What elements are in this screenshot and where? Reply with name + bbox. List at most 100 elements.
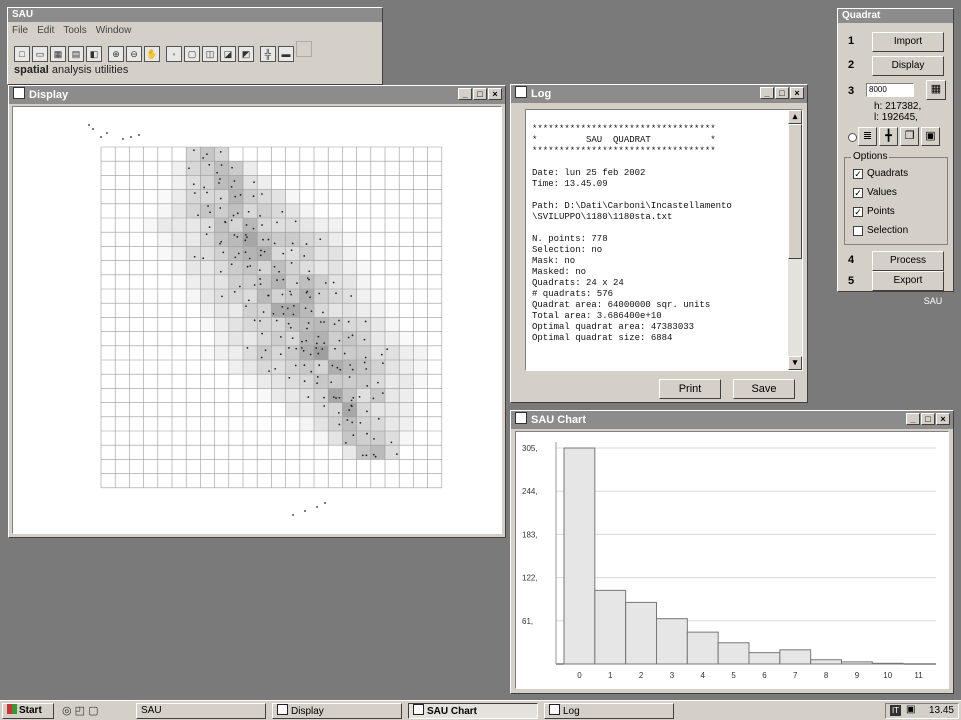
data-point <box>317 352 320 355</box>
volume-icon[interactable]: ▣ <box>906 704 915 715</box>
close-icon[interactable]: × <box>790 87 804 99</box>
task-display[interactable]: Display <box>272 703 402 719</box>
chart-icon[interactable]: ▦ <box>50 46 66 62</box>
task-sau-chart[interactable]: SAU Chart <box>408 703 538 719</box>
display-titlebar[interactable]: Display _ □ × <box>9 86 505 104</box>
export-button[interactable]: Export <box>872 271 944 291</box>
close-icon[interactable]: × <box>936 413 950 425</box>
data-point <box>303 364 306 367</box>
radio-icon[interactable] <box>848 133 857 142</box>
log-scrollbar[interactable]: ▴ ▾ <box>788 110 802 370</box>
taskbar: Start ◎ ◰ ▢ SAU Display SAU Chart Log IT… <box>0 700 961 720</box>
minimize-icon[interactable]: _ <box>906 413 920 425</box>
checkbox-points[interactable]: ✓ <box>853 206 863 217</box>
quadrat-cell <box>328 246 343 261</box>
select-clear-icon[interactable]: ◪ <box>220 46 236 62</box>
data-point <box>216 171 219 174</box>
select-poly-icon[interactable]: ◫ <box>202 46 218 62</box>
menu-file[interactable]: File <box>12 25 28 36</box>
calculator-icon[interactable]: ▦ <box>926 80 946 100</box>
maximize-icon[interactable]: □ <box>473 88 487 100</box>
outlook-icon[interactable]: ◰ <box>75 705 85 717</box>
menu-window[interactable]: Window <box>96 25 132 36</box>
table-icon[interactable]: ▤ <box>68 46 84 62</box>
mask-icon[interactable]: ◩ <box>238 46 254 62</box>
close-icon[interactable]: × <box>488 88 502 100</box>
chart-titlebar[interactable]: SAU Chart _ □ × <box>511 411 953 429</box>
quadrat-cell <box>299 246 314 261</box>
option-points[interactable]: ✓ Points <box>853 206 895 217</box>
copy-icon[interactable]: ❐ <box>900 127 919 146</box>
data-point <box>203 186 206 189</box>
task-log[interactable]: Log <box>544 703 674 719</box>
quadrat-cell <box>243 303 258 318</box>
maximize-icon[interactable]: □ <box>921 413 935 425</box>
print-button[interactable]: Print <box>659 379 721 399</box>
layer-icon[interactable]: ◧ <box>86 46 102 62</box>
minimize-icon[interactable]: _ <box>458 88 472 100</box>
grid-view-icon[interactable]: ╋ <box>879 127 898 146</box>
quadrat-cell <box>285 260 300 275</box>
checkbox-quadrats[interactable]: ✓ <box>853 168 863 179</box>
clock: 13.45 <box>928 705 954 716</box>
zoom-in-icon[interactable]: ⊕ <box>108 46 124 62</box>
open-icon[interactable]: ▭ <box>32 46 48 62</box>
select-point-icon[interactable]: ◦ <box>166 46 182 62</box>
quadrat-cell <box>228 303 243 318</box>
browser-icon[interactable]: ◎ <box>62 705 72 717</box>
data-point <box>207 205 209 207</box>
scroll-thumb[interactable] <box>788 124 802 259</box>
data-point <box>289 290 291 293</box>
select-rect-icon[interactable]: ▢ <box>184 46 200 62</box>
zoom-out-icon[interactable]: ⊖ <box>126 46 142 62</box>
save-button[interactable]: Save <box>733 379 795 399</box>
map-canvas[interactable] <box>12 106 502 534</box>
maximize-icon[interactable]: □ <box>775 87 789 99</box>
menu-tools[interactable]: Tools <box>63 25 86 36</box>
list-view-icon[interactable]: ≣ <box>858 127 877 146</box>
data-point <box>258 269 261 272</box>
option-selection-label: Selection <box>867 225 909 236</box>
quadrat-cell <box>370 416 385 431</box>
option-values[interactable]: ✓ Values <box>853 187 897 198</box>
scroll-up-icon[interactable]: ▴ <box>788 110 802 124</box>
pan-hand-icon[interactable]: ✋ <box>144 46 160 62</box>
log-textarea[interactable]: ********************************** * SAU … <box>525 109 803 371</box>
desktop-icon-sau[interactable]: SAU <box>918 296 948 306</box>
folder-icon[interactable]: ▬ <box>278 46 294 62</box>
quadrat-titlebar[interactable]: Quadrat <box>838 9 953 23</box>
save-icon[interactable]: ▣ <box>921 127 940 146</box>
data-point <box>100 136 102 138</box>
process-button[interactable]: Process <box>872 251 944 271</box>
data-point <box>316 382 318 385</box>
menu-bar: File Edit Tools Window <box>12 25 140 36</box>
quadrat-cell <box>285 388 300 403</box>
new-file-icon[interactable]: □ <box>14 46 30 62</box>
task-sau[interactable]: SAU <box>136 703 266 719</box>
quadrat-cell <box>385 416 400 431</box>
log-titlebar[interactable]: Log _ □ × <box>511 85 807 103</box>
data-point <box>377 381 379 384</box>
quadrat-map[interactable] <box>13 107 501 533</box>
sau-titlebar[interactable]: SAU <box>8 8 382 22</box>
data-point <box>305 291 308 294</box>
option-quadrats[interactable]: ✓ Quadrats <box>853 168 908 179</box>
data-point <box>334 347 336 350</box>
minimize-icon[interactable]: _ <box>760 87 774 99</box>
quadrat-cell <box>413 345 428 360</box>
option-selection[interactable]: Selection <box>853 225 908 236</box>
display-button[interactable]: Display <box>872 56 944 76</box>
scroll-down-icon[interactable]: ▾ <box>788 356 802 370</box>
checkbox-values[interactable]: ✓ <box>853 187 863 198</box>
grid-icon[interactable]: ╬ <box>260 46 276 62</box>
import-button[interactable]: Import <box>872 32 944 52</box>
quadrat-cell <box>285 189 300 204</box>
quadrat-size-input[interactable]: 8000 <box>866 83 914 97</box>
quadrat-cell <box>271 232 286 247</box>
quadrat-cell <box>299 260 314 275</box>
menu-edit[interactable]: Edit <box>37 25 54 36</box>
checkbox-selection[interactable] <box>853 225 863 236</box>
start-button[interactable]: Start <box>2 703 54 719</box>
language-icon[interactable]: IT <box>890 705 901 716</box>
desktop-icon[interactable]: ▢ <box>88 705 98 717</box>
